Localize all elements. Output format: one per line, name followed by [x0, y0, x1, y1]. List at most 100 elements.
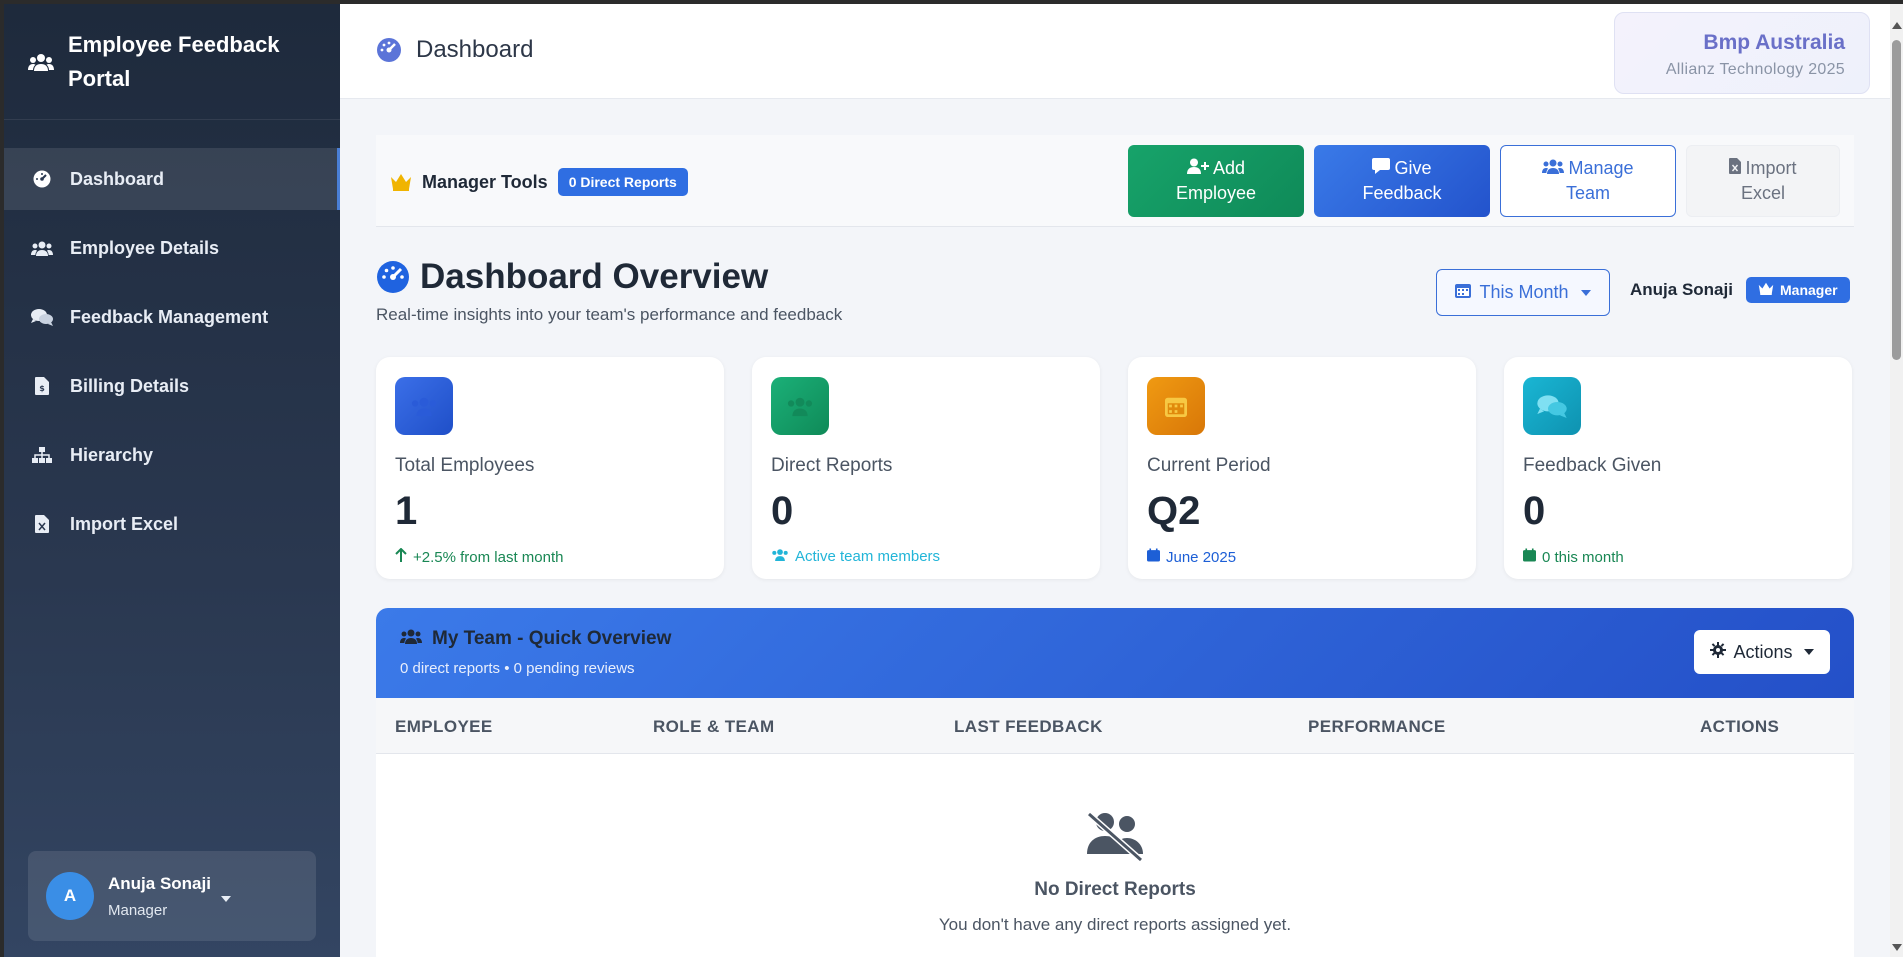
team-panel-header: My Team - Quick Overview 0 direct report… — [376, 608, 1854, 698]
stat-value: 1 — [395, 489, 418, 533]
team-panel-subtitle: 0 direct reports • 0 pending reviews — [400, 660, 635, 677]
team-panel-title: My Team - Quick Overview — [400, 628, 671, 650]
empty-state-message: You don't have any direct reports assign… — [938, 915, 1292, 934]
stat-card-current-period: Current Period Q2 June 2025 — [1128, 357, 1476, 579]
import-excel-button[interactable]: Import Excel — [1686, 145, 1840, 217]
sidebar-item-label: Feedback Management — [70, 306, 269, 327]
stat-foot: Active team members — [771, 548, 1081, 565]
manage-team-button[interactable]: Manage Team — [1500, 145, 1676, 217]
arrow-up-icon — [395, 547, 407, 566]
users-icon — [30, 237, 54, 259]
users-icon — [28, 50, 56, 74]
stat-foot: +2.5% from last month — [395, 547, 705, 566]
scroll-up-arrow-icon[interactable] — [1892, 22, 1902, 29]
excel-file-icon — [1729, 156, 1742, 181]
organization-badge: Bmp Australia Allianz Technology 2025 — [1614, 12, 1870, 94]
overview-subtitle: Real-time insights into your team's perf… — [376, 305, 843, 324]
give-feedback-button[interactable]: Give Feedback — [1314, 145, 1490, 217]
user-menu[interactable]: A Anuja Sonaji Manager — [28, 851, 316, 941]
scroll-down-arrow-icon[interactable] — [1892, 944, 1902, 951]
stat-value: 0 — [1523, 489, 1546, 533]
period-dropdown[interactable]: This Month — [1436, 269, 1610, 316]
users-icon — [1542, 156, 1565, 181]
current-user-name: Anuja Sonaji — [1630, 280, 1733, 299]
brand: Employee Feedback Portal — [4, 4, 340, 120]
calendar-icon — [1147, 377, 1205, 435]
manager-tools-bar: Manager Tools 0 Direct Reports Add Emplo… — [376, 135, 1854, 227]
users-icon — [771, 377, 829, 435]
gauge-icon — [376, 37, 402, 63]
sidebar-nav: Dashboard Employee Details Feedback Mana… — [4, 148, 340, 555]
users-icon — [395, 377, 453, 435]
main-content: Manager Tools 0 Direct Reports Add Emplo… — [340, 99, 1890, 957]
stat-foot: June 2025 — [1147, 548, 1457, 566]
invoice-icon: $ — [30, 375, 54, 397]
calendar-icon — [1455, 282, 1472, 303]
overview-title: Dashboard Overview — [376, 257, 768, 297]
chevron-down-icon — [220, 896, 231, 902]
users-icon — [771, 548, 789, 565]
period-label: This Month — [1479, 282, 1569, 302]
empty-state-title: No Direct Reports — [1034, 879, 1196, 900]
org-name: Bmp Australia — [1703, 31, 1845, 54]
sitemap-icon — [30, 444, 54, 466]
team-table-header: EMPLOYEE ROLE & TEAM LAST FEEDBACK PERFO… — [376, 698, 1854, 754]
chevron-down-icon — [1803, 649, 1814, 655]
sidebar-item-hierarchy[interactable]: Hierarchy — [4, 424, 340, 486]
stat-foot: 0 this month — [1523, 548, 1833, 566]
gauge-icon — [30, 168, 54, 190]
vertical-scrollbar[interactable] — [1890, 4, 1903, 957]
sidebar-item-label: Import Excel — [70, 513, 179, 534]
column-header: ACTIONS — [1700, 717, 1780, 736]
stat-cards: Total Employees 1 +2.5% from last month … — [376, 357, 1852, 579]
column-header: ROLE & TEAM — [653, 717, 775, 736]
overview-title-text: Dashboard Overview — [420, 257, 769, 296]
sidebar-item-feedback-management[interactable]: Feedback Management — [4, 286, 340, 348]
stat-label: Total Employees — [395, 455, 535, 476]
calendar-icon — [1523, 548, 1536, 566]
sidebar-item-label: Dashboard — [70, 168, 165, 189]
add-employee-button[interactable]: Add Employee — [1128, 145, 1304, 217]
sidebar-item-label: Billing Details — [70, 375, 190, 396]
stat-card-total-employees: Total Employees 1 +2.5% from last month — [376, 357, 724, 579]
stat-card-feedback-given: Feedback Given 0 0 this month — [1504, 357, 1852, 579]
comments-icon — [1523, 377, 1581, 435]
user-name: Anuja Sonaji — [108, 873, 211, 893]
stat-label: Current Period — [1147, 455, 1271, 476]
gauge-icon — [376, 260, 410, 294]
stat-label: Direct Reports — [771, 455, 893, 476]
comments-icon — [30, 306, 54, 328]
page-title-text: Dashboard — [416, 36, 534, 63]
crown-icon — [1758, 282, 1774, 298]
org-subtitle: Allianz Technology 2025 — [1665, 61, 1845, 78]
calendar-icon — [1147, 548, 1160, 566]
stat-label: Feedback Given — [1523, 455, 1662, 476]
sidebar: Employee Feedback Portal Dashboard Emplo… — [4, 4, 340, 957]
manager-tools-label: Manager Tools — [422, 171, 548, 192]
crown-icon — [390, 173, 412, 191]
empty-state: No Direct Reports You don't have any dir… — [376, 754, 1854, 935]
column-header: LAST FEEDBACK — [954, 717, 1103, 736]
user-role: Manager — [108, 901, 168, 919]
stat-value: 0 — [771, 489, 794, 533]
actions-dropdown-button[interactable]: Actions — [1694, 630, 1830, 674]
stat-card-direct-reports: Direct Reports 0 Active team members — [752, 357, 1100, 579]
gear-icon — [1710, 641, 1727, 663]
stat-value: Q2 — [1147, 489, 1201, 533]
excel-file-icon — [30, 513, 54, 535]
chevron-down-icon — [1580, 289, 1591, 296]
sidebar-item-billing-details[interactable]: $ Billing Details — [4, 355, 340, 417]
sidebar-item-import-excel[interactable]: Import Excel — [4, 493, 340, 555]
sidebar-item-label: Hierarchy — [70, 444, 154, 465]
avatar: A — [46, 872, 94, 920]
svg-text:$: $ — [39, 384, 45, 393]
sidebar-item-employee-details[interactable]: Employee Details — [4, 217, 340, 279]
user-plus-icon — [1186, 156, 1209, 181]
team-overview-panel: My Team - Quick Overview 0 direct report… — [376, 608, 1854, 957]
scrollbar-thumb[interactable] — [1892, 40, 1901, 360]
users-icon — [400, 628, 422, 650]
manager-role-badge: Manager — [1746, 277, 1850, 303]
column-header: EMPLOYEE — [395, 717, 493, 736]
page-title: Dashboard — [376, 36, 533, 64]
sidebar-item-dashboard[interactable]: Dashboard — [4, 148, 340, 210]
